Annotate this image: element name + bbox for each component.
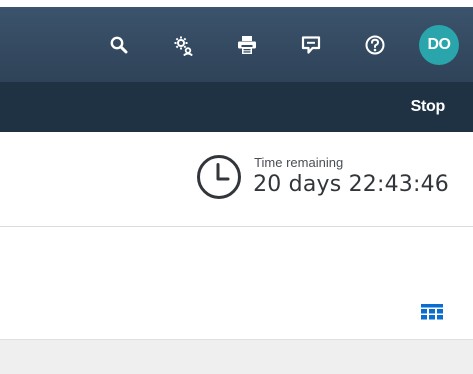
help-button[interactable] <box>353 23 397 67</box>
page: DO Stop Time remaining 20 days 22:43:46 <box>0 0 473 374</box>
timer-text: Time remaining 20 days 22:43:46 <box>253 155 449 199</box>
settings-button[interactable] <box>161 23 205 67</box>
feedback-button[interactable] <box>289 23 333 67</box>
time-remaining-value: 20 days 22:43:46 <box>253 172 449 197</box>
grid-view-button[interactable] <box>420 300 444 324</box>
print-button[interactable] <box>225 23 269 67</box>
search-icon <box>110 36 128 53</box>
clock-icon <box>197 155 242 199</box>
search-button[interactable] <box>97 23 141 67</box>
time-remaining-label: Time remaining <box>254 155 344 170</box>
time-remaining: Time remaining 20 days 22:43:46 <box>195 153 449 201</box>
printer-icon <box>238 35 256 54</box>
shell-bar: DO <box>0 7 473 82</box>
shell-actions: DO <box>97 7 461 82</box>
stop-button[interactable]: Stop <box>411 82 446 132</box>
top-strip <box>0 0 473 7</box>
avatar: DO <box>419 24 459 65</box>
feedback-icon <box>301 35 321 54</box>
settings-icon <box>174 36 193 56</box>
user-avatar-button[interactable]: DO <box>417 23 461 67</box>
table-header-panel <box>0 340 473 374</box>
sub-toolbar: Stop <box>0 82 473 132</box>
section-divider <box>0 226 473 227</box>
help-icon <box>365 35 385 54</box>
grid-view-icon <box>421 304 443 320</box>
